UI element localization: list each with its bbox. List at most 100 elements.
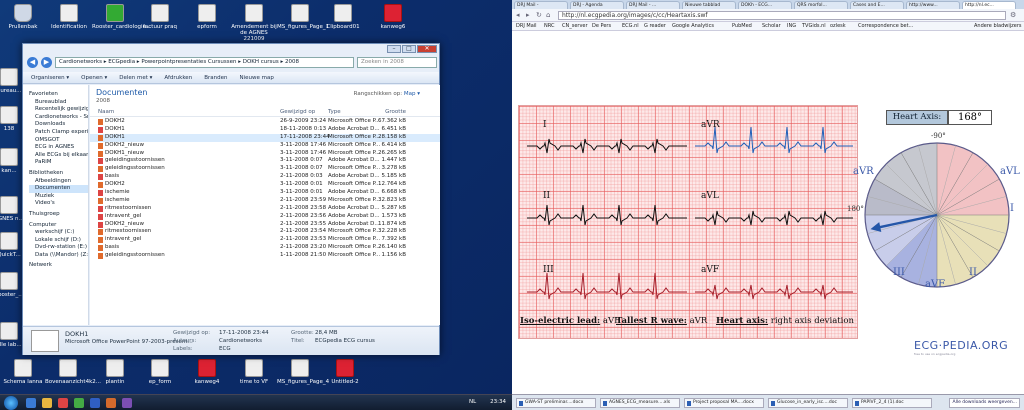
reload-icon[interactable]: ↻ <box>536 12 544 19</box>
nav-item[interactable]: Netwerk <box>29 262 88 270</box>
close-button[interactable]: ✕ <box>417 45 437 53</box>
bookmark-item[interactable]: De Pers <box>592 23 611 30</box>
nav-item[interactable]: Bureaublad <box>29 99 88 107</box>
file-row[interactable]: geleidingsstoornissen 1-11-2008 21:50 Micr… <box>90 252 440 260</box>
file-row[interactable]: basis 2-11-2008 0:03 Adobe Acrobat D... 5.1… <box>90 173 440 181</box>
browser-tab[interactable]: DRJ - Agenda <box>570 1 624 9</box>
nav-item[interactable]: Bibliotheken <box>29 170 88 178</box>
desktop-icon[interactable]: Bovenaanzicht4k2... <box>45 359 101 385</box>
nav-item[interactable]: werkschijf (C:) <box>29 229 88 237</box>
download-item[interactable]: Project proposal MA....docx <box>684 398 764 408</box>
browser-tab[interactable]: DOKh - ECG... <box>738 1 792 9</box>
browser-tab[interactable]: Cases and E... <box>850 1 904 9</box>
download-item[interactable]: Glucose_in_early_isc....doc <box>768 398 848 408</box>
desktop-icon[interactable]: Clipboard01 <box>320 4 366 30</box>
file-row[interactable]: geleidingsstoornissen 3-11-2008 0:07 Adobe… <box>90 157 440 165</box>
browser-tab[interactable]: http://nl.ec... <box>962 1 1016 9</box>
nav-item[interactable]: Data (\\Mandor) (Z:) <box>29 252 88 260</box>
file-row[interactable]: DOKH2 3-11-2008 0:01 Microsoft Office P...… <box>90 181 440 189</box>
toolbar-button[interactable]: Afdrukken <box>164 75 192 81</box>
forward-icon[interactable]: ▸ <box>526 12 534 19</box>
bookmark-item[interactable]: PubMed <box>732 23 752 30</box>
desktop-icon[interactable]: Untitled-2 <box>322 359 368 385</box>
toolbar-button[interactable]: Organiseren ▾ <box>31 75 69 81</box>
file-row[interactable]: ischemie 3-11-2008 0:01 Adobe Acrobat D...… <box>90 189 440 197</box>
file-row[interactable]: geleidingsstoornissen 3-11-2008 0:07 Micro… <box>90 165 440 173</box>
bookmark-item[interactable]: Scholar <box>762 23 781 30</box>
forward-button[interactable]: ▶ <box>41 56 52 68</box>
file-row[interactable]: DOKH2 26-9-2009 23:24 Microsoft Office P..… <box>90 118 440 126</box>
bookmark-item[interactable]: ECG.nl <box>622 23 639 30</box>
powerpoint-taskbar-icon[interactable] <box>106 398 116 408</box>
col-name[interactable]: Naam <box>98 109 114 115</box>
col-type[interactable]: Type <box>328 109 341 115</box>
bookmark-item[interactable]: Correspondence bet... <box>858 23 913 30</box>
search-input[interactable]: Zoeken in 2008 <box>357 56 437 68</box>
browser-tab[interactable]: DRJ Mail - <box>514 1 568 9</box>
file-row[interactable]: ischemie 2-11-2008 23:59 Microsoft Office … <box>90 197 440 205</box>
clock[interactable]: 23:34 <box>490 399 506 405</box>
file-row[interactable]: ritmestoornissen 2-11-2008 23:54 Microsoft… <box>90 228 440 236</box>
bookmark-item[interactable]: CN_server <box>562 23 588 30</box>
nav-item[interactable]: OMSGOT <box>29 137 88 145</box>
nav-item[interactable]: Cardionetworks - Sn <box>29 114 88 122</box>
download-item[interactable]: PAPIVF_2_4 (1).doc <box>852 398 932 408</box>
arrange-value[interactable]: Map ▾ <box>404 91 420 97</box>
minimize-button[interactable]: – <box>387 45 401 53</box>
nav-item[interactable]: Thuisgroep <box>29 211 88 219</box>
file-row[interactable]: DOKH2_nieuw 3-11-2008 17:46 Microsoft Offi… <box>90 142 440 150</box>
hexaxial-circle[interactable] <box>852 129 1022 304</box>
desktop-icon[interactable]: Amendement bij de AGNES 221009 <box>231 4 277 42</box>
nav-item[interactable]: Computer <box>29 222 88 230</box>
media-taskbar-icon[interactable] <box>58 398 68 408</box>
nav-item[interactable]: Muziek <box>29 193 88 201</box>
app-taskbar-icon[interactable] <box>122 398 132 408</box>
nav-item[interactable]: Afbeeldingen <box>29 178 88 186</box>
url-input[interactable]: http://nl.ecgpedia.org/images/c/cc/Heart… <box>558 11 1006 20</box>
desktop-icon[interactable]: Identification <box>46 4 92 30</box>
maximize-button[interactable]: □ <box>402 45 416 53</box>
file-row[interactable]: intravent_gel 2-11-2008 23:56 Adobe Acroba… <box>90 213 440 221</box>
desktop-icon[interactable]: MS_figures_Page_4 <box>277 359 329 385</box>
language-indicator[interactable]: NL <box>469 399 476 405</box>
explorer-taskbar-icon[interactable] <box>42 398 52 408</box>
arrange-by[interactable]: Rangschikken op: Map ▾ <box>354 91 420 97</box>
home-icon[interactable]: ⌂ <box>546 12 554 19</box>
desktop-icon[interactable]: plantin <box>92 359 138 385</box>
desktop-icon[interactable]: epform <box>184 4 230 30</box>
address-bar[interactable]: Cardionetworks ▸ ECGpedia ▸ Powerpointpr… <box>55 56 354 68</box>
file-row[interactable]: DOKH2_nieuw 2-11-2008 23:55 Adobe Acrobat … <box>90 221 440 229</box>
desktop-icon[interactable]: time to VF <box>231 359 277 385</box>
bookmark-item[interactable]: Andere bladwijzers <box>974 23 1021 30</box>
file-row[interactable]: ritmestoornissen 2-11-2008 23:58 Adobe Acr… <box>90 205 440 213</box>
bookmark-item[interactable]: TVGids.nl <box>802 23 826 30</box>
bookmark-item[interactable]: G reader <box>644 23 666 30</box>
bookmark-item[interactable]: ozlesk <box>830 23 846 30</box>
word-taskbar-icon[interactable] <box>90 398 100 408</box>
desktop-icon[interactable]: kanweg4 <box>184 359 230 385</box>
desktop-icon[interactable]: Schema lanna <box>0 359 46 385</box>
download-item[interactable]: AGNES_ECG_measure....xls <box>600 398 680 408</box>
col-size[interactable]: Grootte <box>370 109 406 115</box>
nav-item[interactable]: Dvd-rw-station (E:) <box>29 244 88 252</box>
file-row[interactable]: basis 2-11-2008 23:20 Microsoft Office P..… <box>90 244 440 252</box>
bookmark-item[interactable]: Google Analytics <box>672 23 714 30</box>
download-item[interactable]: GWA-ST preliminar....docx <box>516 398 596 408</box>
browser-tab[interactable]: Nieuwe tabblad <box>682 1 736 9</box>
bookmark-item[interactable]: ING <box>787 23 796 30</box>
toolbar-button[interactable]: Delen met ▾ <box>119 75 152 81</box>
nav-item[interactable]: PaRiM <box>29 159 88 167</box>
desktop-icon[interactable]: factuur praq <box>137 4 183 30</box>
file-row[interactable]: DOKH1 18-11-2008 0:13 Adobe Acrobat D... 6.… <box>90 126 440 134</box>
bookmark-item[interactable]: NRC <box>544 23 554 30</box>
bookmark-item[interactable]: DRJ Mail <box>516 23 537 30</box>
desktop-icon[interactable]: kanweg6 <box>370 4 416 30</box>
file-row[interactable]: DOKH1_nieuw 3-11-2008 17:46 Microsoft Offi… <box>90 150 440 158</box>
back-icon[interactable]: ◂ <box>516 12 524 19</box>
toolbar-button[interactable]: Nieuwe map <box>239 75 273 81</box>
show-all-downloads-link[interactable]: Alle downloads weergeven... <box>949 398 1020 408</box>
nav-item[interactable]: Favorieten <box>29 91 88 99</box>
nav-item[interactable]: ECG in AGNES <box>29 144 88 152</box>
toolbar-button[interactable]: Openen ▾ <box>81 75 107 81</box>
back-button[interactable]: ◀ <box>27 56 38 68</box>
